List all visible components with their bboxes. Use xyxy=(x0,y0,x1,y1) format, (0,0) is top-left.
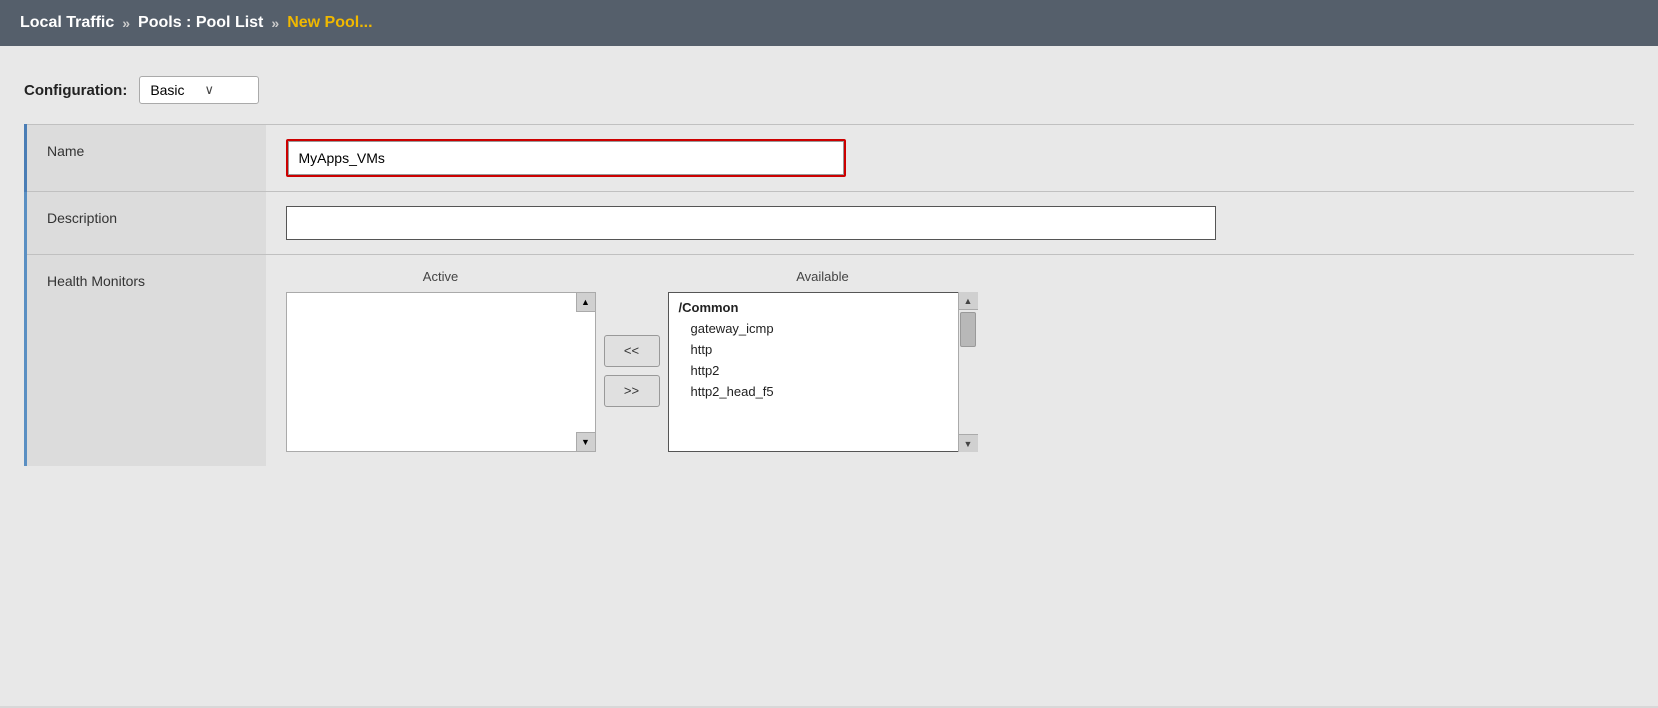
available-scroll-down[interactable]: ▼ xyxy=(959,434,978,452)
transfer-left-button[interactable]: << xyxy=(604,335,660,367)
configuration-row: Configuration: Basic ∨ xyxy=(24,76,1634,104)
active-scroll-up[interactable]: ▲ xyxy=(576,292,596,312)
name-field-cell xyxy=(266,125,1635,192)
name-input[interactable] xyxy=(288,141,844,175)
description-row: Description xyxy=(26,192,1635,255)
active-listbox[interactable]: ▲ ▼ xyxy=(286,292,596,452)
description-input[interactable] xyxy=(286,206,1216,240)
description-label: Description xyxy=(26,192,266,255)
configuration-label: Configuration: xyxy=(24,82,127,99)
scroll-handle[interactable] xyxy=(960,312,976,347)
available-listbox[interactable]: /Common gateway_icmp http http2 http2_he… xyxy=(669,293,977,453)
breadcrumb-bar: Local Traffic » Pools : Pool List » New … xyxy=(0,0,1658,46)
breadcrumb-chevron-2: » xyxy=(271,15,279,31)
breadcrumb-new-pool: New Pool... xyxy=(287,14,372,32)
list-item[interactable]: http2_head_f5 xyxy=(669,381,977,402)
description-field-cell xyxy=(266,192,1635,255)
breadcrumb-pools-list: Pools : Pool List xyxy=(138,14,263,32)
name-label: Name xyxy=(26,125,266,192)
active-listbox-wrapper: ▲ ▼ xyxy=(286,292,596,452)
list-item[interactable]: gateway_icmp xyxy=(669,318,977,339)
name-input-highlight xyxy=(286,139,846,177)
active-column: Active ▲ ▼ xyxy=(286,269,596,452)
health-monitors-row: Health Monitors Active ▲ ▼ xyxy=(26,255,1635,467)
main-content: Configuration: Basic ∨ Name Description … xyxy=(0,46,1658,706)
available-scrollbar: ▲ ▼ xyxy=(958,292,978,452)
health-monitors-label: Health Monitors xyxy=(26,255,266,467)
list-item[interactable]: http2 xyxy=(669,360,977,381)
breadcrumb-local-traffic: Local Traffic xyxy=(20,14,114,32)
active-scroll-down[interactable]: ▼ xyxy=(576,432,596,452)
breadcrumb-chevron-1: » xyxy=(122,15,130,31)
health-monitors-cell: Active ▲ ▼ << xyxy=(266,255,1635,467)
scroll-track xyxy=(959,310,978,434)
health-monitors-container: Active ▲ ▼ << xyxy=(286,269,1615,452)
configuration-select-value: Basic xyxy=(150,82,184,98)
list-item[interactable]: /Common xyxy=(669,297,977,318)
list-item[interactable]: http xyxy=(669,339,977,360)
chevron-down-icon: ∨ xyxy=(205,82,215,98)
available-column-label: Available xyxy=(796,269,849,284)
available-scroll-up[interactable]: ▲ xyxy=(959,292,978,310)
available-listbox-wrapper: /Common gateway_icmp http http2 http2_he… xyxy=(668,292,978,452)
form-table: Name Description Health Monitors Active xyxy=(24,124,1634,466)
configuration-select[interactable]: Basic ∨ xyxy=(139,76,259,104)
active-column-label: Active xyxy=(423,269,458,284)
transfer-right-button[interactable]: >> xyxy=(604,375,660,407)
available-column: Available /Common gateway_icmp http http… xyxy=(668,269,978,452)
transfer-buttons: << >> xyxy=(604,335,660,407)
name-row: Name xyxy=(26,125,1635,192)
